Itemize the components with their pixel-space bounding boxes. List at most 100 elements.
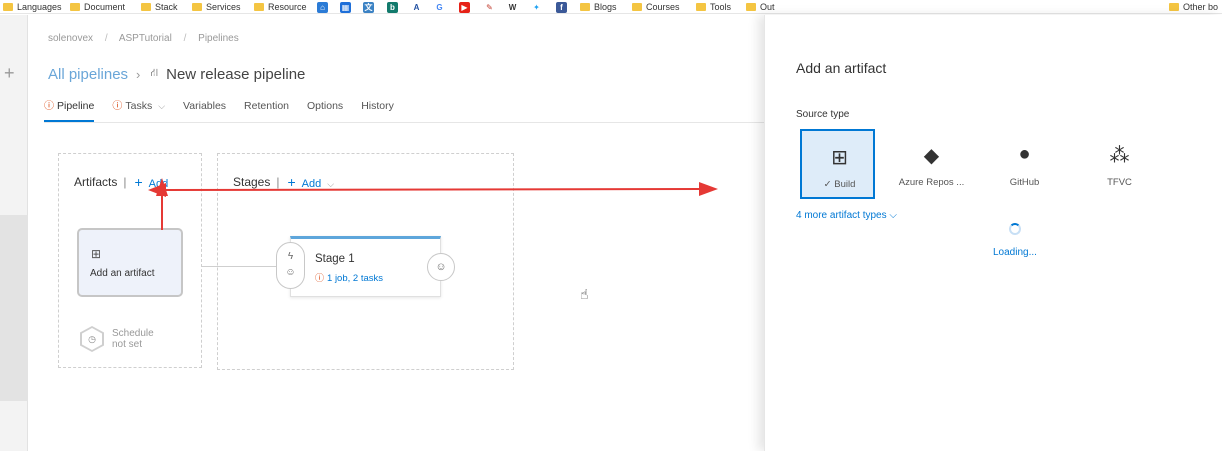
stage-tasks-link[interactable]: ⓘ 1 job, 2 tasks (315, 271, 383, 284)
loading-text: Loading... (993, 247, 1037, 258)
stage-name: Stage 1 (315, 253, 355, 265)
bookmark-stack[interactable]: Stack (141, 1, 178, 13)
artifacts-header: Artifacts | + Add (74, 174, 169, 190)
plus-icon: + (134, 174, 143, 190)
stage-card[interactable]: Stage 1 ⓘ 1 job, 2 tasks (290, 236, 441, 297)
all-pipelines-link[interactable]: All pipelines (48, 66, 128, 83)
pre-deployment-conditions[interactable]: ϟ ☺ (276, 242, 305, 289)
bookmark-document[interactable]: Document (70, 1, 125, 13)
folder-icon (696, 3, 706, 11)
folder-icon (70, 3, 80, 11)
github-icon: ● (1018, 143, 1031, 165)
chevron-down-icon: ⌵ (158, 101, 166, 111)
folder-icon (3, 3, 13, 11)
artifacts-heading: Artifacts (74, 175, 118, 189)
tab-tasks[interactable]: ⓘ Tasks ⌵ (112, 97, 165, 122)
warning-icon: ⓘ (112, 101, 123, 112)
breadcrumb-separator: / (104, 33, 108, 44)
add-artifact-card[interactable]: ⊞ Add an artifact (77, 228, 183, 297)
source-type-label: Source type (796, 109, 850, 120)
bookmark-languages[interactable]: Languages (3, 1, 62, 13)
page-title[interactable]: New release pipeline (166, 66, 305, 83)
youtube-favicon-icon[interactable]: ▶ (459, 2, 470, 13)
artifact-stage-connector (202, 266, 280, 267)
page-header: All pipelines › ⛙ New release pipeline (48, 63, 305, 85)
person-icon: ☺ (285, 267, 296, 278)
pipeline-tabs: ⓘ Pipeline ⓘ Tasks ⌵ Variables Retention Op… (44, 97, 412, 122)
bookmark-tools[interactable]: Tools (696, 1, 731, 13)
folder-icon (1169, 3, 1179, 11)
post-deployment-approvals[interactable]: ☺ (427, 253, 455, 281)
warning-icon: ⓘ (44, 101, 54, 112)
bookmark-blogs[interactable]: Blogs (580, 1, 617, 13)
panel-title: Add an artifact (796, 60, 887, 76)
check-icon: ✓ (823, 179, 835, 190)
build-icon: ⊞ (91, 247, 102, 261)
git-icon: ◆ (923, 145, 940, 167)
facebook-favicon-icon[interactable]: f (556, 2, 567, 13)
chevron-down-icon: ⌵ (889, 210, 897, 221)
schedule-trigger[interactable]: ◷ Schedule not set (80, 326, 154, 352)
tab-pipeline[interactable]: ⓘ Pipeline (44, 97, 95, 122)
stages-heading: Stages (233, 175, 271, 189)
schedule-hex-icon: ◷ (80, 326, 104, 352)
site-favicon-icon[interactable]: ▦ (340, 2, 351, 13)
schedule-text: Schedule not set (112, 328, 154, 350)
bookmark-services[interactable]: Services (192, 1, 241, 13)
person-icon: ☺ (435, 261, 447, 273)
folder-icon (746, 3, 756, 11)
tab-divider (44, 122, 764, 123)
loading-spinner-icon (1009, 223, 1021, 235)
source-azure-repos-tile[interactable]: ◆ Azure Repos ... (894, 129, 969, 199)
add-stage-link[interactable]: + Add ⌵ (287, 174, 334, 190)
source-tfvc-tile[interactable]: ⁂ TFVC (1082, 129, 1157, 199)
tab-variables[interactable]: Variables (183, 97, 226, 122)
tab-retention[interactable]: Retention (244, 97, 289, 122)
add-artifact-link[interactable]: + Add (134, 174, 168, 190)
add-artifact-label: Add an artifact (90, 268, 155, 279)
bookmark-other[interactable]: Other bo (1169, 1, 1218, 13)
bing-favicon-icon[interactable]: b (387, 2, 398, 13)
breadcrumb-org[interactable]: solenovex (48, 33, 93, 44)
bookmark-resource[interactable]: Resource (254, 1, 307, 13)
folder-icon (580, 3, 590, 11)
google-favicon-icon[interactable]: G (434, 2, 445, 13)
bookmark-courses[interactable]: Courses (632, 1, 680, 13)
twitter-favicon-icon[interactable]: ✦ (531, 2, 542, 13)
tfvc-icon: ⁂ (1109, 145, 1130, 167)
translate-favicon-icon[interactable]: 文 (363, 2, 374, 13)
bookmarks-bar: Languages Document Stack Services Resour… (0, 0, 1222, 14)
azure-favicon-icon[interactable]: A (411, 2, 422, 13)
tab-history[interactable]: History (361, 97, 394, 122)
tool-favicon-icon[interactable]: ✎ (484, 2, 495, 13)
source-github-tile[interactable]: ● GitHub (987, 129, 1062, 199)
folder-icon (632, 3, 642, 11)
left-nav-rail: + (0, 15, 28, 451)
build-icon: ⊞ (831, 147, 848, 169)
rail-section (0, 215, 28, 401)
chevron-right-icon: › (136, 66, 141, 82)
breadcrumb-project[interactable]: ASPTutorial (119, 33, 172, 44)
breadcrumb: solenovex / ASPTutorial / Pipelines (48, 33, 248, 44)
release-pipeline-icon: ⛙ (150, 67, 159, 79)
folder-icon (141, 3, 151, 11)
stages-header: Stages | + Add ⌵ (233, 174, 335, 190)
warning-icon: ⓘ (315, 273, 325, 283)
breadcrumb-separator: / (183, 33, 187, 44)
annotation-arrowhead-right (699, 182, 718, 196)
clock-icon: ◷ (82, 328, 102, 350)
lightning-icon: ϟ (287, 251, 294, 262)
source-build-tile[interactable]: ⊞ ✓ Build (800, 129, 875, 199)
wikipedia-favicon-icon[interactable]: W (507, 2, 518, 13)
folder-icon (254, 3, 264, 11)
bookmark-out[interactable]: Out (746, 1, 775, 13)
add-artifact-panel: Add an artifact Source type ⊞ ✓ Build ◆ … (764, 15, 1222, 451)
breadcrumb-pipelines[interactable]: Pipelines (198, 33, 239, 44)
plus-icon: + (287, 174, 296, 190)
new-icon[interactable]: + (4, 63, 15, 84)
hand-cursor-icon: ☝ (580, 286, 589, 302)
chevron-down-icon: ⌵ (327, 179, 335, 189)
more-artifact-types-link[interactable]: 4 more artifact types ⌵ (796, 210, 897, 221)
home-favicon-icon[interactable]: ⌂ (317, 2, 328, 13)
tab-options[interactable]: Options (307, 97, 343, 122)
